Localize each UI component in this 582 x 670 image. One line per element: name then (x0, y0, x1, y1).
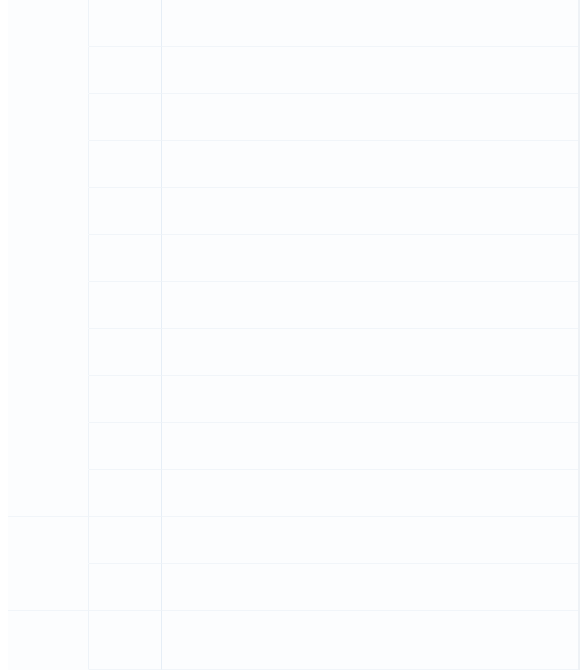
grid-cell-r6-c2[interactable] (162, 282, 580, 329)
grid-cell-r11-c0[interactable] (8, 517, 89, 564)
grid-cell-r13-c2[interactable] (162, 611, 580, 670)
grid-cell-r0-c0[interactable] (8, 0, 89, 47)
grid-cell-r8-c0[interactable] (8, 376, 89, 423)
scrollbar-track[interactable] (578, 0, 580, 670)
grid-cell-r3-c1[interactable] (89, 141, 162, 188)
grid-cell-r12-c0[interactable] (8, 564, 89, 611)
grid-cell-r8-c2[interactable] (162, 376, 580, 423)
grid-cell-r7-c2[interactable] (162, 329, 580, 376)
grid-cell-r12-c2[interactable] (162, 564, 580, 611)
grid-cell-r6-c0[interactable] (8, 282, 89, 329)
grid-cell-r10-c0[interactable] (8, 470, 89, 517)
grid-cell-r13-c0[interactable] (8, 611, 89, 670)
grid-cell-r1-c2[interactable] (162, 47, 580, 94)
grid-cell-r6-c1[interactable] (89, 282, 162, 329)
grid-cell-r4-c0[interactable] (8, 188, 89, 235)
blank-spreadsheet-grid (8, 0, 580, 670)
grid-cell-r4-c2[interactable] (162, 188, 580, 235)
grid-cell-r11-c2[interactable] (162, 517, 580, 564)
grid-cell-r2-c1[interactable] (89, 94, 162, 141)
grid-cell-r2-c2[interactable] (162, 94, 580, 141)
grid-cell-r5-c1[interactable] (89, 235, 162, 282)
grid-cell-r0-c2[interactable] (162, 0, 580, 47)
grid-cell-r3-c0[interactable] (8, 141, 89, 188)
grid-cell-r13-c1[interactable] (89, 611, 162, 670)
grid-cell-r2-c0[interactable] (8, 94, 89, 141)
grid-cell-r9-c1[interactable] (89, 423, 162, 470)
grid-cell-r5-c2[interactable] (162, 235, 580, 282)
grid-cell-r5-c0[interactable] (8, 235, 89, 282)
grid-cell-r1-c0[interactable] (8, 47, 89, 94)
grid-cell-r4-c1[interactable] (89, 188, 162, 235)
grid-cell-r12-c1[interactable] (89, 564, 162, 611)
grid-cell-r10-c1[interactable] (89, 470, 162, 517)
grid-cell-r0-c1[interactable] (89, 0, 162, 47)
grid-cell-r7-c1[interactable] (89, 329, 162, 376)
grid-cell-r9-c0[interactable] (8, 423, 89, 470)
grid-cell-r7-c0[interactable] (8, 329, 89, 376)
grid-cell-r8-c1[interactable] (89, 376, 162, 423)
grid-cell-r3-c2[interactable] (162, 141, 580, 188)
grid-cell-r11-c1[interactable] (89, 517, 162, 564)
grid-cell-r10-c2[interactable] (162, 470, 580, 517)
grid-cell-r1-c1[interactable] (89, 47, 162, 94)
grid-cell-r9-c2[interactable] (162, 423, 580, 470)
